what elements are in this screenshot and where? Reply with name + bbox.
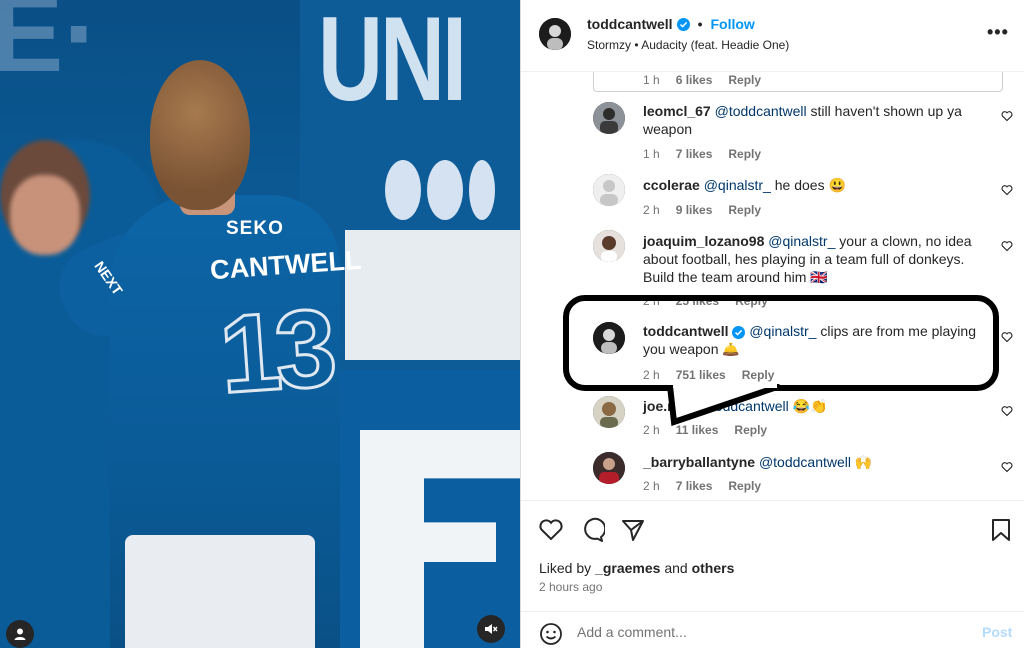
user-tag-button[interactable] bbox=[6, 620, 34, 648]
comment-likes[interactable]: 25 likes bbox=[676, 294, 719, 308]
comment-time: 2 h bbox=[643, 479, 660, 493]
comment-body: he does 😃 bbox=[770, 177, 846, 193]
add-comment-input[interactable] bbox=[577, 620, 967, 644]
comment-mention[interactable]: @toddcantwell bbox=[759, 454, 851, 470]
verified-badge-icon bbox=[732, 326, 746, 339]
reply-button[interactable]: Reply bbox=[728, 147, 761, 161]
reply-button[interactable]: Reply bbox=[735, 294, 768, 308]
comment-likes[interactable]: 7 likes bbox=[676, 147, 713, 161]
callout-tail bbox=[667, 384, 781, 426]
comment-username[interactable]: ccolerae bbox=[643, 177, 700, 193]
jersey-number: 13 bbox=[214, 285, 336, 418]
comment-time: 1 h bbox=[643, 73, 660, 87]
post-header: toddcantwell • Follow Stormzy • Audacity… bbox=[521, 0, 1024, 72]
stadium-letters: UNI bbox=[318, 0, 467, 126]
comment-username[interactable]: joaquim_lozano98 bbox=[643, 233, 764, 249]
liked-by-others[interactable]: others bbox=[692, 560, 735, 576]
player-shorts bbox=[125, 535, 315, 648]
comment-text: leomcl_67 @toddcantwell still haven't sh… bbox=[643, 102, 983, 138]
separator-dot: • bbox=[697, 16, 703, 32]
liked-and: and bbox=[660, 560, 692, 576]
comment-meta: 1 h 7 likes Reply bbox=[643, 147, 761, 161]
reply-button[interactable]: Reply bbox=[728, 73, 761, 87]
comment-likes[interactable]: 751 likes bbox=[676, 368, 726, 382]
author-avatar[interactable] bbox=[539, 18, 571, 50]
reply-button[interactable]: Reply bbox=[728, 479, 761, 493]
heart-icon[interactable] bbox=[1001, 405, 1013, 417]
comment-mention[interactable]: @qinalstr_ bbox=[704, 177, 771, 193]
verified-badge-icon bbox=[676, 17, 690, 31]
comment-likes[interactable]: 6 likes bbox=[676, 73, 713, 87]
comment-mention[interactable]: @qinalstr_ bbox=[749, 323, 816, 339]
comment-text: toddcantwell @qinalstr_ clips are from m… bbox=[643, 322, 983, 358]
audio-track-link[interactable]: Stormzy • Audacity (feat. Headie One) bbox=[587, 38, 789, 52]
liked-prefix: Liked by bbox=[539, 560, 596, 576]
heart-icon[interactable] bbox=[1001, 240, 1013, 252]
commenter-avatar[interactable] bbox=[593, 102, 625, 134]
comment-time: 1 h bbox=[643, 147, 660, 161]
teammate-face bbox=[10, 175, 80, 255]
comment-bubble-icon[interactable] bbox=[579, 517, 605, 543]
bookmark-icon[interactable] bbox=[988, 517, 1014, 543]
comment-time: 2 h bbox=[643, 294, 660, 308]
comment-time: 2 h bbox=[643, 368, 660, 382]
mute-button[interactable] bbox=[477, 615, 505, 643]
comment-likes[interactable]: 7 likes bbox=[676, 479, 713, 493]
comment-text: ccolerae @qinalstr_ he does 😃 bbox=[643, 176, 983, 194]
comment-mention[interactable]: @qinalstr_ bbox=[768, 233, 835, 249]
comment-likes[interactable]: 9 likes bbox=[676, 203, 713, 217]
share-send-icon[interactable] bbox=[620, 517, 646, 543]
commenter-avatar[interactable] bbox=[593, 322, 625, 354]
heart-icon[interactable] bbox=[1001, 331, 1013, 343]
commenter-avatar[interactable] bbox=[593, 452, 625, 484]
author-username[interactable]: toddcantwell bbox=[587, 16, 673, 32]
post-comment-button[interactable]: Post bbox=[982, 624, 1012, 640]
comment-meta: 2 h 7 likes Reply bbox=[643, 479, 761, 493]
comment-text: _barryballantyne @toddcantwell 🙌 bbox=[643, 453, 983, 471]
jersey-sponsor: SEKO bbox=[226, 218, 284, 239]
liked-by-user[interactable]: _graemes bbox=[595, 560, 660, 576]
like-heart-icon[interactable] bbox=[538, 517, 564, 543]
comment-time: 2 h bbox=[643, 423, 660, 437]
post-actions: Liked by _graemes and others 2 hours ago… bbox=[521, 500, 1024, 648]
heart-icon[interactable] bbox=[1001, 461, 1013, 473]
follow-button[interactable]: Follow bbox=[710, 16, 754, 32]
comment-body: 🙌 bbox=[851, 454, 873, 470]
reply-button[interactable]: Reply bbox=[728, 203, 761, 217]
comment-meta: 2 h 9 likes Reply bbox=[643, 203, 761, 217]
heart-icon[interactable] bbox=[1001, 110, 1013, 122]
speaker-muted-icon bbox=[485, 624, 498, 634]
comment-text: joaquim_lozano98 @qinalstr_ your a clown… bbox=[643, 232, 983, 286]
reply-button[interactable]: Reply bbox=[742, 368, 775, 382]
ad-board bbox=[345, 230, 520, 360]
player-head bbox=[150, 60, 250, 210]
comment-username[interactable]: toddcantwell bbox=[643, 323, 729, 339]
author-row: toddcantwell • Follow bbox=[587, 16, 755, 32]
user-icon bbox=[14, 628, 26, 640]
comment-meta: 1 h 6 likes Reply bbox=[643, 73, 761, 87]
liked-by-text: Liked by _graemes and others bbox=[539, 560, 734, 576]
post-timestamp[interactable]: 2 hours ago bbox=[539, 580, 602, 594]
comment-username[interactable]: leomcl_67 bbox=[643, 103, 711, 119]
emoji-icon[interactable] bbox=[539, 622, 563, 646]
commenter-avatar[interactable] bbox=[593, 174, 625, 206]
bg-letters-left: E· bbox=[0, 0, 100, 95]
comment-mention[interactable]: @toddcantwell bbox=[715, 103, 807, 119]
more-options-icon[interactable]: ••• bbox=[987, 22, 1009, 43]
post-side-panel: toddcantwell • Follow Stormzy • Audacity… bbox=[520, 0, 1024, 648]
comment-meta: 2 h 751 likes Reply bbox=[643, 368, 774, 382]
comment-time: 2 h bbox=[643, 203, 660, 217]
commenter-avatar[interactable] bbox=[593, 396, 625, 428]
comments-list[interactable]: 1 h 6 likes Reply leomcl_67 @toddcantwel… bbox=[521, 72, 1024, 500]
commenter-avatar[interactable] bbox=[593, 230, 625, 262]
heart-icon[interactable] bbox=[1001, 184, 1013, 196]
stadium-dots bbox=[385, 160, 495, 220]
post-media[interactable]: E· UNI SEKO CANTWELL 13 NEXT bbox=[0, 0, 520, 648]
comment-meta: 2 h 25 likes Reply bbox=[643, 294, 768, 308]
add-comment-row: Post bbox=[521, 611, 1024, 648]
comment-username[interactable]: _barryballantyne bbox=[643, 454, 755, 470]
